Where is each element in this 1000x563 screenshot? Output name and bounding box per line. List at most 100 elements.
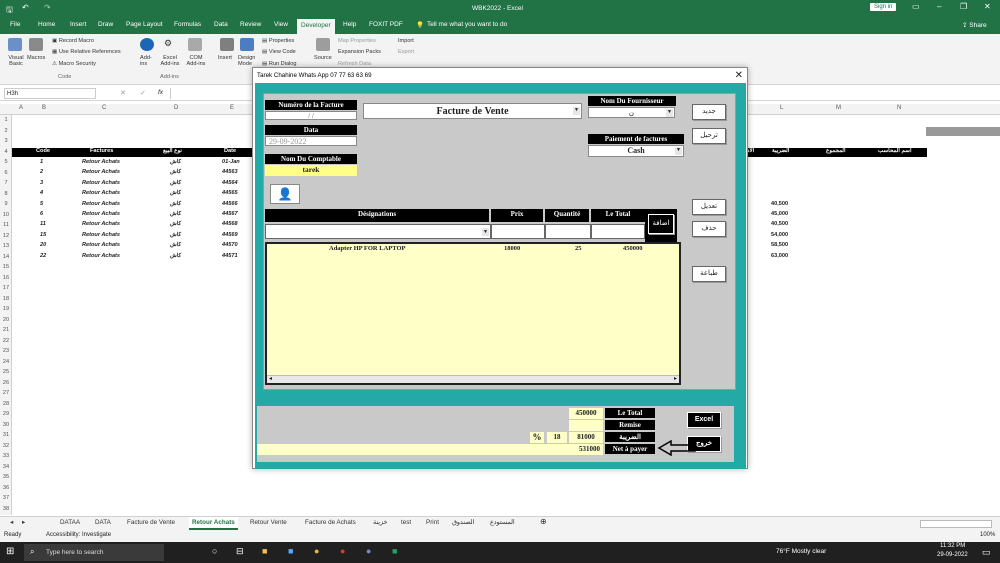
sheet-cell-type[interactable]: كاش: [170, 221, 181, 227]
sheet-cell-code[interactable]: 15: [40, 232, 46, 238]
header-factures[interactable]: Factures: [90, 148, 113, 154]
maximize-icon[interactable]: ❐: [960, 2, 967, 11]
scroll-right-icon[interactable]: ▸: [674, 375, 677, 382]
row-header[interactable]: 26: [0, 378, 12, 388]
delete-button[interactable]: حذف: [692, 221, 726, 237]
row-header[interactable]: 6: [0, 168, 12, 178]
share-button[interactable]: ⇪ Share: [962, 21, 987, 29]
item-prix[interactable]: 18000: [504, 245, 520, 252]
sheet-cell-code[interactable]: 20: [40, 242, 46, 248]
row-header[interactable]: 16: [0, 273, 12, 283]
row-header[interactable]: 24: [0, 357, 12, 367]
com-addins-icon[interactable]: [188, 38, 202, 51]
sheet-nav-next-icon[interactable]: ▸: [22, 519, 25, 526]
row-header[interactable]: 31: [0, 430, 12, 440]
file-explorer-icon[interactable]: ■: [262, 546, 267, 556]
sheet-cell-code[interactable]: 3: [40, 180, 43, 186]
import-button[interactable]: Import: [398, 38, 414, 44]
sheet-cell-code[interactable]: 6: [40, 211, 43, 217]
excel-button[interactable]: Excel: [687, 412, 721, 428]
column-header[interactable]: M: [836, 105, 841, 111]
column-header[interactable]: E: [230, 105, 234, 111]
sheet-cell-date[interactable]: 44564: [222, 180, 238, 186]
column-header[interactable]: L: [780, 105, 783, 111]
prix-input[interactable]: [491, 224, 545, 239]
function-icon[interactable]: fx: [158, 89, 163, 96]
row-header[interactable]: 13: [0, 241, 12, 251]
row-header[interactable]: 29: [0, 409, 12, 419]
sheet-cell-code[interactable]: 2: [40, 169, 43, 175]
row-header[interactable]: 19: [0, 304, 12, 314]
row-header[interactable]: 27: [0, 388, 12, 398]
row-header[interactable]: 15: [0, 262, 12, 272]
row-header[interactable]: 28: [0, 399, 12, 409]
sheet-tab[interactable]: DATAA: [60, 519, 80, 526]
header-date[interactable]: Date: [224, 148, 236, 154]
row-header[interactable]: 18: [0, 294, 12, 304]
gear-icon[interactable]: ⚙: [164, 38, 172, 49]
visual-basic-button[interactable]: Visual Basic: [6, 55, 26, 67]
column-header[interactable]: B: [42, 105, 46, 111]
new-button[interactable]: جديد: [692, 104, 726, 120]
sheet-cell-amount[interactable]: 40,500: [771, 201, 788, 207]
expansion-packs-button[interactable]: Expansion Packs: [338, 49, 381, 55]
cancel-entry-icon[interactable]: ✕: [120, 89, 126, 97]
macros-icon[interactable]: [29, 38, 43, 51]
row-header[interactable]: 22: [0, 336, 12, 346]
task-view-icon[interactable]: ○: [212, 546, 217, 556]
store-icon[interactable]: ■: [288, 546, 293, 556]
total-input[interactable]: [591, 224, 645, 239]
sheet-cell-facture[interactable]: Retour Achats: [82, 201, 120, 207]
view-code-button[interactable]: ▤ View Code: [262, 49, 296, 55]
clock-date[interactable]: 29-09-2022: [937, 552, 968, 558]
row-header[interactable]: 5: [0, 157, 12, 167]
tab-insert[interactable]: Insert: [70, 21, 86, 28]
row-header[interactable]: 21: [0, 325, 12, 335]
sheet-tab-active[interactable]: Retour Achats: [189, 517, 238, 530]
quantite-input[interactable]: [545, 224, 591, 239]
column-header[interactable]: C: [102, 105, 106, 111]
addins-icon[interactable]: [140, 38, 154, 51]
comptable-field[interactable]: tarek: [265, 165, 357, 176]
export-button[interactable]: Export: [398, 49, 414, 55]
sheet-cell-date[interactable]: 44569: [222, 232, 238, 238]
com-addins-button[interactable]: COM Add-ins: [184, 55, 208, 67]
weather-text[interactable]: 76°F Mostly clear: [776, 548, 826, 555]
sheet-cell-date[interactable]: 44565: [222, 190, 238, 196]
tab-developer[interactable]: Developer: [297, 19, 335, 34]
tab-formulas[interactable]: Formulas: [174, 21, 201, 28]
horizontal-sheet-scrollbar[interactable]: [920, 520, 992, 528]
sheet-tab[interactable]: الصندوق: [452, 519, 474, 526]
discord-icon[interactable]: ●: [366, 546, 371, 556]
tab-view[interactable]: View: [274, 21, 288, 28]
sheet-cell-facture[interactable]: Retour Achats: [82, 211, 120, 217]
tab-foxit-pdf[interactable]: FOXIT PDF: [369, 21, 403, 28]
column-header[interactable]: N: [897, 105, 901, 111]
tab-draw[interactable]: Draw: [98, 21, 113, 28]
row-header[interactable]: 37: [0, 493, 12, 503]
visual-basic-icon[interactable]: [8, 38, 22, 51]
header-tax[interactable]: الضريبة: [772, 148, 789, 154]
row-header[interactable]: 14: [0, 252, 12, 262]
sheet-cell-facture[interactable]: Retour Achats: [82, 180, 120, 186]
notification-icon[interactable]: ▭: [982, 547, 991, 558]
header-accountant[interactable]: اسم المحاسب: [878, 148, 912, 154]
sheet-cell-type[interactable]: كاش: [170, 190, 181, 196]
tax-rate[interactable]: 18: [547, 432, 567, 443]
row-header[interactable]: 35: [0, 472, 12, 482]
add-item-button[interactable]: اضافة: [648, 214, 674, 234]
chrome-icon[interactable]: ●: [314, 546, 319, 556]
scroll-left-icon[interactable]: ◂: [269, 375, 272, 382]
sheet-cell-amount[interactable]: 54,000: [771, 232, 788, 238]
zoom-level[interactable]: 100%: [980, 532, 995, 538]
sheet-cell-date[interactable]: 44571: [222, 253, 238, 259]
dialog-close-icon[interactable]: ✕: [735, 69, 743, 82]
macro-security-button[interactable]: ⚠ Macro Security: [52, 61, 96, 67]
sheet-cell-type[interactable]: كاش: [170, 159, 181, 165]
sheet-cell-code[interactable]: 22: [40, 253, 46, 259]
addins-button[interactable]: Add-ins: [140, 55, 154, 67]
row-header[interactable]: 36: [0, 483, 12, 493]
properties-button[interactable]: ▤ Properties: [262, 38, 294, 44]
numero-field[interactable]: / /: [265, 111, 357, 120]
sheet-cell-date[interactable]: 44563: [222, 169, 238, 175]
